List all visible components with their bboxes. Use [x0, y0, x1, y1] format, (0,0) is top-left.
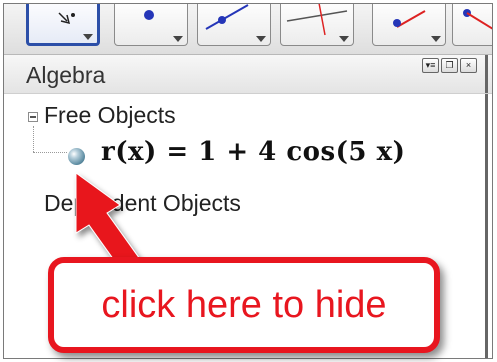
annotation-callout-text: click here to hide [101, 283, 387, 326]
annotation-callout: click here to hide [48, 257, 440, 353]
